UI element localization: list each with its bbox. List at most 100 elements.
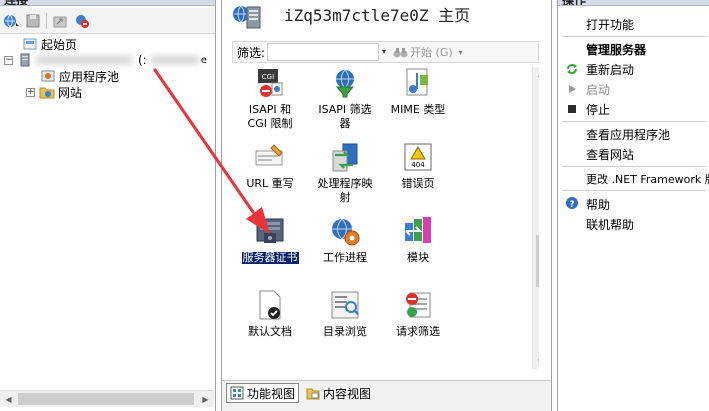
go-label: 开始 (G) <box>410 46 453 59</box>
tree-label-sites: 网站 <box>58 85 83 100</box>
feature-error-pages[interactable]: 404 错误页 <box>380 141 456 190</box>
feature-label: 处理程序映 <box>317 177 373 190</box>
go-button[interactable]: 开始 (G) <box>393 44 453 60</box>
mime-types-icon <box>402 67 434 99</box>
scroll-down-icon[interactable]: ▼ <box>533 355 539 369</box>
handler-mappings-icon <box>329 141 361 173</box>
feature-label: MIME 类型 <box>390 103 446 116</box>
server-name-tail: e <box>200 54 207 66</box>
feature-label: CGI 限制 <box>247 117 293 130</box>
vertical-scroll-thumb[interactable] <box>536 235 539 287</box>
feature-worker-processes[interactable]: 工作进程 <box>307 215 383 264</box>
filter-dropdown-icon[interactable]: ▾ <box>379 43 389 61</box>
binoculars-icon <box>393 46 408 59</box>
expand-toggle[interactable]: + <box>26 87 35 97</box>
remove-connection-icon[interactable] <box>73 12 91 30</box>
worker-processes-icon <box>329 215 361 247</box>
svg-text:?: ? <box>569 200 574 210</box>
tree-label-start-page: 起始页 <box>41 37 78 52</box>
feature-label: ISAPI 筛选 <box>318 103 372 116</box>
actions-divider <box>562 166 706 167</box>
action-stop[interactable]: 停止 <box>586 101 610 118</box>
page-title: iZq53m7ctle7e0Z 主页 <box>284 6 471 25</box>
action-change-framework[interactable]: 更改 .NET Framework 版本 <box>586 171 709 187</box>
action-view-sites[interactable]: 查看网站 <box>586 146 634 163</box>
server-home-icon <box>232 1 266 31</box>
feature-label: 模块 <box>407 251 429 264</box>
error-code-badge: 404 <box>411 161 425 169</box>
directory-browsing-icon <box>329 289 361 321</box>
feature-label: 默认文档 <box>248 325 292 338</box>
feature-label: 目录浏览 <box>323 325 367 338</box>
tab-label: 内容视图 <box>323 386 372 401</box>
feature-label: 请求筛选 <box>396 325 440 338</box>
action-help[interactable]: 帮助 <box>586 196 610 213</box>
start-icon <box>565 82 579 96</box>
feature-isapi-cgi-restrictions[interactable]: CGI ISAPI 和 CGI 限制 <box>232 67 308 130</box>
tree-item-server[interactable]: − (: e <box>4 52 207 68</box>
feature-label: URL 重写 <box>246 177 294 190</box>
feature-handler-mappings[interactable]: 处理程序映 射 <box>307 141 383 204</box>
features-view-icon <box>230 386 244 400</box>
error-pages-icon: 404 <box>402 141 434 173</box>
tab-features-view[interactable]: 功能视图 <box>226 383 300 403</box>
scroll-up-icon[interactable]: ▲ <box>533 67 539 81</box>
feature-default-document[interactable]: 默认文档 <box>232 289 308 338</box>
features-vertical-scrollbar[interactable]: ▲ ▼ <box>532 67 539 369</box>
actions-divider <box>562 190 706 191</box>
toolbar-separator <box>46 12 47 29</box>
feature-mime-types[interactable]: MIME 类型 <box>380 67 456 116</box>
feature-grid: CGI ISAPI 和 CGI 限制 ISAPI 筛选 器 MIME 类型 UR… <box>232 63 539 373</box>
connections-pane: 连接 起始页 − (: e <box>0 0 216 411</box>
server-node-icon <box>17 52 33 68</box>
app-pool-icon <box>40 68 56 84</box>
horizontal-scroll-thumb[interactable] <box>18 393 194 405</box>
scroll-left-icon[interactable]: ◀ <box>0 391 17 407</box>
tab-content-view[interactable]: 内容视图 <box>303 383 374 403</box>
tree-item-app-pools[interactable]: 应用程序池 <box>40 68 119 84</box>
modules-icon <box>402 215 434 247</box>
action-online-help[interactable]: 联机帮助 <box>586 216 634 233</box>
feature-url-rewrite[interactable]: URL 重写 <box>232 141 308 190</box>
feature-isapi-filters[interactable]: ISAPI 筛选 器 <box>307 67 383 130</box>
filter-bar: 筛选: ▾ 开始 (G) ▾ <box>232 41 539 63</box>
feature-label: 工作进程 <box>323 251 367 264</box>
tree-item-sites[interactable]: + 网站 <box>26 84 82 100</box>
connections-horizontal-scrollbar[interactable]: ◀ ▶ <box>0 390 214 407</box>
connect-globe-icon[interactable] <box>2 12 20 30</box>
feature-label: 错误页 <box>401 177 435 190</box>
cgi-badge: CGI <box>262 73 274 81</box>
restart-icon[interactable] <box>565 62 579 76</box>
feature-request-filtering[interactable]: 请求筛选 <box>380 289 456 338</box>
feature-label: 射 <box>339 191 351 204</box>
filter-input[interactable] <box>267 43 380 61</box>
collapse-toggle[interactable]: − <box>4 55 13 65</box>
up-level-icon[interactable] <box>51 12 69 30</box>
actions-divider <box>562 36 706 37</box>
save-icon[interactable] <box>24 12 42 30</box>
connections-header: 连接 <box>0 0 215 6</box>
tree-label-app-pools: 应用程序池 <box>59 69 120 84</box>
server-name-suffix: (: <box>138 53 147 67</box>
server-certificates-icon <box>254 215 286 247</box>
action-open-feature[interactable]: 打开功能 <box>586 16 634 33</box>
feature-label: ISAPI 和 <box>248 103 292 116</box>
sites-folder-icon <box>39 84 55 100</box>
tree-item-start-page[interactable]: 起始页 <box>22 36 77 52</box>
features-pane: iZq53m7ctle7e0Z 主页 筛选: ▾ 开始 (G) ▾ CGI IS… <box>221 0 552 411</box>
action-restart[interactable]: 重新启动 <box>586 61 634 78</box>
actions-divider <box>562 121 706 122</box>
feature-server-certificates[interactable]: 服务器证书 <box>232 215 308 264</box>
go-dropdown-icon[interactable]: ▾ <box>459 48 463 57</box>
feature-label: 服务器证书 <box>241 251 299 264</box>
isapi-cgi-restrictions-icon: CGI <box>254 67 286 99</box>
action-view-app-pools[interactable]: 查看应用程序池 <box>586 126 670 143</box>
scroll-right-icon[interactable]: ▶ <box>197 391 214 407</box>
action-start: 启动 <box>586 83 611 97</box>
connections-toolbar <box>0 8 215 34</box>
help-icon[interactable]: ? <box>565 196 579 210</box>
content-view-icon <box>306 386 320 400</box>
stop-icon[interactable] <box>565 102 579 116</box>
feature-directory-browsing[interactable]: 目录浏览 <box>307 289 383 338</box>
feature-modules[interactable]: 模块 <box>380 215 456 264</box>
